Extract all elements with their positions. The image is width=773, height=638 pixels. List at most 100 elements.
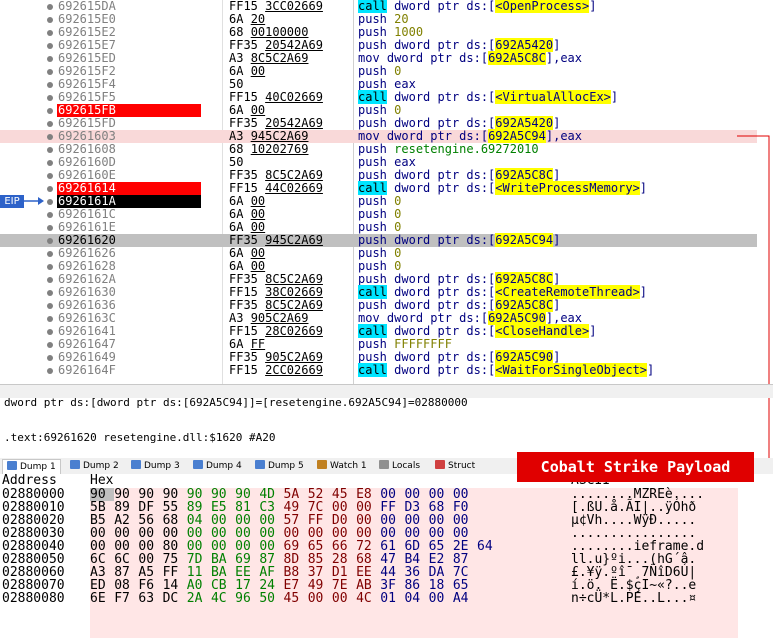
tab-label: Dump 3 — [144, 461, 180, 471]
breakpoint-dot-icon[interactable] — [47, 303, 53, 309]
breakpoint-dot-icon[interactable] — [47, 368, 53, 374]
breakpoint-dot-icon[interactable] — [47, 134, 53, 140]
breakpoint-dot-icon[interactable] — [47, 290, 53, 296]
tab-watch-1[interactable]: Watch 1 — [313, 459, 371, 474]
immediate-operand: 0 — [394, 194, 402, 208]
hex-byte[interactable]: 00 — [332, 592, 356, 605]
hex-byte[interactable]: 63 — [138, 592, 162, 605]
breakpoint-dot-icon[interactable] — [47, 225, 53, 231]
memory-reference[interactable]: <CreateRemoteThread> — [495, 285, 640, 299]
operand-tail: ] — [647, 363, 655, 377]
breakpoint-dot-icon[interactable] — [47, 56, 53, 62]
hex-byte[interactable]: 00 — [308, 592, 332, 605]
tab-dump-1[interactable]: Dump 1 — [2, 459, 61, 475]
hex-byte[interactable]: 01 — [380, 592, 404, 605]
disassembly-view[interactable]: 692615DA FF15 3CC02669 call dword ptr ds:[… — [0, 0, 757, 384]
breakpoint-dot-icon[interactable] — [47, 4, 53, 10]
memory-reference[interactable]: 692A5C8C — [495, 298, 554, 312]
mnemonic: call — [358, 90, 387, 104]
hex-byte[interactable]: 04 — [404, 592, 428, 605]
operand-text: dword ptr ds:[ — [386, 311, 489, 325]
breakpoint-dot-icon[interactable] — [47, 251, 53, 257]
breakpoint-dot-icon[interactable] — [47, 17, 53, 23]
breakpoint-dot-icon[interactable] — [47, 212, 53, 218]
breakpoint-dot-icon[interactable] — [47, 329, 53, 335]
dump-address: 02880080 — [2, 591, 65, 606]
breakpoint-dot-icon[interactable] — [47, 277, 53, 283]
memory-reference[interactable]: 692A5C8C — [488, 51, 546, 65]
hex-byte[interactable]: 2A — [187, 592, 211, 605]
hex-byte[interactable]: 64 — [477, 540, 501, 553]
memory-reference[interactable]: 692A5420 — [495, 116, 554, 130]
breakpoint-dot-icon[interactable] — [47, 43, 53, 49]
memory-reference[interactable]: <CloseHandle> — [495, 324, 590, 338]
breakpoint-dot-icon[interactable] — [47, 121, 53, 127]
breakpoint-dot-icon[interactable] — [47, 69, 53, 75]
tab-dump-2[interactable]: Dump 2 — [66, 459, 123, 474]
breakpoint-dot-icon[interactable] — [47, 186, 53, 192]
memory-reference[interactable]: <OpenProcess> — [495, 0, 590, 13]
opcode-bytes: 6A — [229, 103, 251, 117]
hex-byte[interactable]: A4 — [453, 592, 477, 605]
dump-view[interactable]: Address Hex ASCII 0288000090909090909090… — [0, 474, 773, 638]
tab-icon — [193, 460, 203, 469]
tab-locals[interactable]: Locals — [375, 459, 424, 474]
breakpoint-dot-icon[interactable] — [47, 199, 53, 205]
operand-bytes: 00 — [250, 207, 266, 221]
operand-bytes: 905C2A69 — [265, 350, 323, 364]
operand-text: dword ptr ds:[ — [394, 233, 496, 247]
hex-byte[interactable]: 4C — [211, 592, 235, 605]
hex-byte[interactable]: 45 — [284, 592, 308, 605]
breakpoint-dot-icon[interactable] — [47, 30, 53, 36]
breakpoint-dot-icon[interactable] — [47, 160, 53, 166]
tab-dump-3[interactable]: Dump 3 — [127, 459, 184, 474]
operand-bytes: 00 — [250, 64, 266, 78]
mnemonic: push — [358, 103, 387, 117]
memory-reference[interactable]: 692A5C8C — [495, 168, 554, 182]
memory-reference[interactable]: 692A5420 — [495, 38, 554, 52]
memory-reference[interactable]: 692A5C94 — [488, 129, 546, 143]
hex-byte[interactable]: DC — [163, 592, 187, 605]
hex-byte[interactable]: 96 — [235, 592, 259, 605]
breakpoint-dot-icon[interactable] — [47, 264, 53, 270]
breakpoint-dot-icon[interactable] — [47, 173, 53, 179]
breakpoint-dot-icon[interactable] — [47, 147, 53, 153]
memory-reference[interactable]: 692A5C8C — [495, 272, 554, 286]
operand-bytes: 20542A69 — [265, 116, 323, 130]
immediate-operand: 0 — [394, 220, 402, 234]
tab-struct[interactable]: Struct — [431, 459, 479, 474]
tab-label: Watch 1 — [330, 461, 367, 471]
breakpoint-dot-icon[interactable] — [47, 82, 53, 88]
breakpoint-dot-icon[interactable] — [47, 342, 53, 348]
mnemonic: call — [358, 181, 387, 195]
hex-byte[interactable]: F7 — [114, 592, 138, 605]
breakpoint-dot-icon[interactable] — [47, 238, 53, 244]
memory-reference[interactable]: <VirtualAllocEx> — [495, 90, 611, 104]
memory-reference[interactable]: 692A5C94 — [495, 233, 554, 247]
hex-byte[interactable]: 4C — [356, 592, 380, 605]
memory-reference[interactable]: 692A5C90 — [495, 350, 554, 364]
memory-reference[interactable]: 692A5C90 — [488, 311, 546, 325]
memory-reference[interactable]: <WaitForSingleObject> — [495, 363, 648, 377]
operand-bytes: 10202769 — [250, 142, 309, 156]
breakpoint-dot-icon[interactable] — [47, 355, 53, 361]
hex-byte[interactable]: 6E — [90, 592, 114, 605]
operand-text: dword ptr ds:[ — [394, 90, 496, 104]
mnemonic: push — [358, 142, 387, 156]
operand-bytes: 38C02669 — [265, 285, 323, 299]
operand-text: eax — [394, 77, 416, 91]
breakpoint-dot-icon[interactable] — [47, 108, 53, 114]
dump-hex-bytes: 6E F7 63 DC 2A 4C 96 50 45 00 00 4C 01 04 00 A4 — [90, 592, 477, 605]
memory-reference[interactable]: <WriteProcessMemory> — [495, 181, 640, 195]
symbol-operand[interactable]: resetengine.69272010 — [394, 142, 539, 156]
dump-row[interactable]: 02880080 6E F7 63 DC 2A 4C 96 50 45 00 00 4C 01 04 00 A4… — [0, 592, 773, 605]
disasm-row[interactable]: 6926164F FF15 2CC02669 call dword ptr ds:[… — [0, 363, 757, 377]
mnemonic: call — [358, 324, 387, 338]
tab-dump-4[interactable]: Dump 4 — [189, 459, 246, 474]
operand-bytes: 20 — [250, 12, 266, 26]
breakpoint-dot-icon[interactable] — [47, 316, 53, 322]
tab-dump-5[interactable]: Dump 5 — [251, 459, 308, 474]
hex-byte[interactable]: 00 — [429, 592, 453, 605]
breakpoint-dot-icon[interactable] — [47, 95, 53, 101]
hex-byte[interactable]: 50 — [259, 592, 283, 605]
